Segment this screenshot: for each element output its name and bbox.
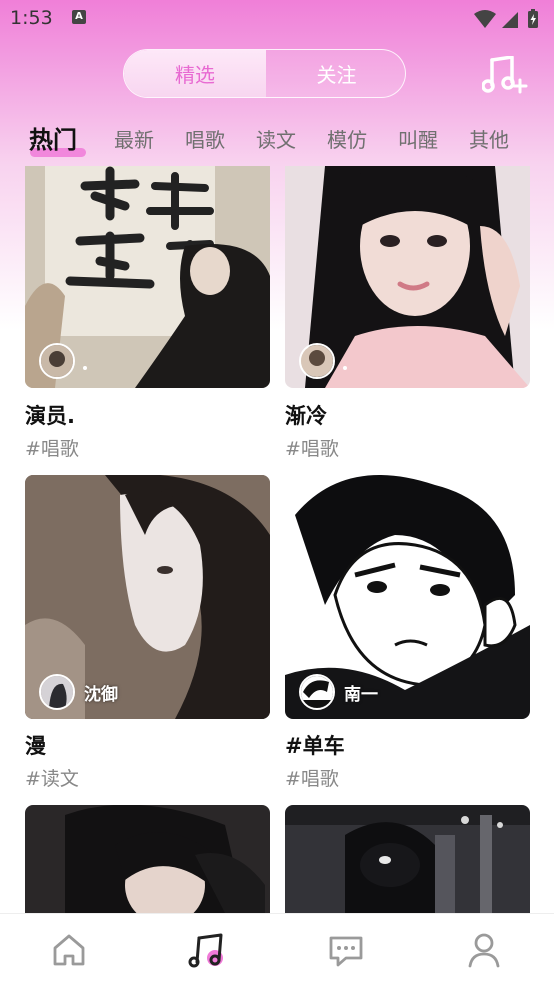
post-card[interactable]: 渐冷 #唱歌 <box>285 166 530 466</box>
cover-night-image <box>285 805 530 913</box>
music-icon[interactable] <box>187 930 227 970</box>
author-avatar[interactable] <box>39 674 75 710</box>
post-tag[interactable]: #唱歌 <box>285 764 339 791</box>
bottom-nav <box>0 913 554 985</box>
signal-icon <box>502 12 518 28</box>
author-avatar[interactable] <box>299 343 335 379</box>
tab-featured[interactable]: 精选 <box>124 50 266 97</box>
tab-latest[interactable]: 最新 <box>114 124 154 153</box>
post-title[interactable]: 渐冷 <box>285 400 327 430</box>
status-icons <box>474 9 538 28</box>
status-time: 1:53 <box>10 7 53 29</box>
profile-icon[interactable] <box>464 930 504 970</box>
author-avatar[interactable] <box>299 674 335 710</box>
post-card[interactable]: 演员. #唱歌 <box>25 166 270 466</box>
post-title[interactable]: 漫 <box>25 730 46 760</box>
post-card[interactable]: 沈御 漫 #读文 <box>25 475 270 795</box>
tab-wakeup[interactable]: 叫醒 <box>398 124 438 153</box>
feed-switcher: 精选 关注 <box>123 49 406 98</box>
tab-following[interactable]: 关注 <box>266 50 405 97</box>
tab-imitation[interactable]: 模仿 <box>327 124 367 153</box>
category-tabs: 热门 最新 唱歌 读文 模仿 叫醒 其他 <box>0 120 554 162</box>
post-tag[interactable]: #唱歌 <box>285 434 339 461</box>
post-cover-image[interactable]: 沈御 <box>25 475 270 719</box>
home-icon[interactable] <box>49 930 89 970</box>
message-icon[interactable] <box>326 930 366 970</box>
tab-hot[interactable]: 热门 <box>29 120 77 155</box>
notification-icon: A <box>72 10 86 24</box>
author-dot <box>343 366 347 370</box>
post-cover-image[interactable] <box>25 805 270 913</box>
add-music-icon[interactable] <box>482 56 530 94</box>
cover-portrait-image <box>25 805 270 913</box>
author-dot <box>83 366 87 370</box>
post-cover-image[interactable] <box>25 166 270 388</box>
post-cover-image[interactable] <box>285 166 530 388</box>
author-avatar[interactable] <box>39 343 75 379</box>
post-tag[interactable]: #读文 <box>25 764 79 791</box>
post-cover-image[interactable] <box>285 805 530 913</box>
post-card[interactable] <box>285 805 530 913</box>
author-name[interactable]: 南一 <box>344 680 378 705</box>
post-cover-image[interactable]: 南一 <box>285 475 530 719</box>
author-name[interactable]: 沈御 <box>84 680 118 705</box>
tab-other[interactable]: 其他 <box>469 124 509 153</box>
tab-singing[interactable]: 唱歌 <box>185 124 225 153</box>
wifi-icon <box>474 10 496 28</box>
post-tag[interactable]: #唱歌 <box>25 434 79 461</box>
status-bar: 1:53 A <box>0 0 554 38</box>
post-title[interactable]: #单车 <box>285 730 345 760</box>
tab-reading[interactable]: 读文 <box>256 124 296 153</box>
post-card[interactable] <box>25 805 270 913</box>
post-title[interactable]: 演员. <box>25 400 75 430</box>
post-card[interactable]: 南一 #单车 #唱歌 <box>285 475 530 795</box>
